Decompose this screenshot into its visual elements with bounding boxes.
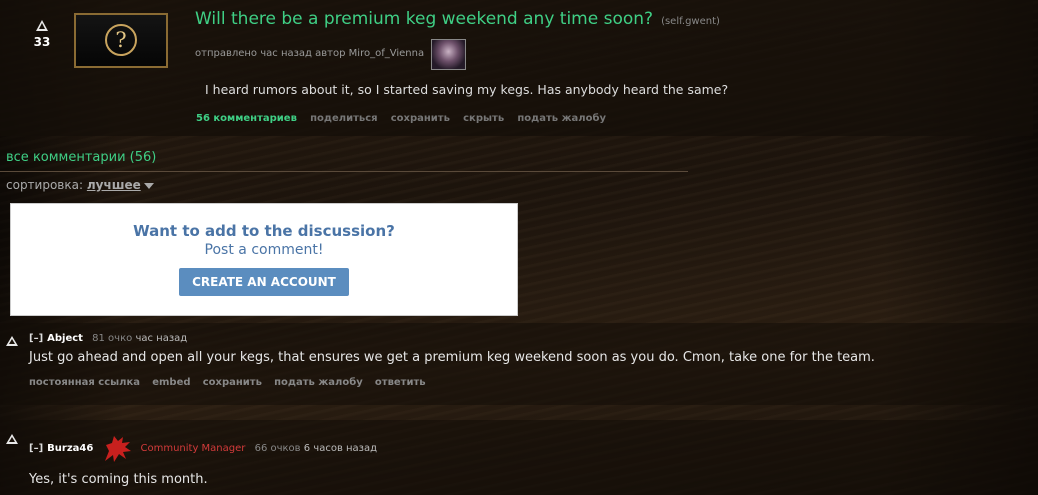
comment-author-link[interactable]: Burza46	[47, 443, 93, 454]
all-comments-header[interactable]: все комментарии (56)	[6, 150, 156, 165]
post: 33 ? Will there be a premium keg weekend…	[0, 0, 1033, 136]
user-flair: Community Manager	[140, 443, 246, 454]
permalink-button[interactable]: постоянная ссылка	[29, 377, 140, 388]
divider	[0, 171, 688, 172]
comment-buttons: постоянная ссылка embed сохранить подать…	[29, 377, 435, 388]
collapse-toggle[interactable]: [–]	[29, 443, 43, 454]
hide-button[interactable]: скрыть	[463, 113, 504, 124]
comment-report-button[interactable]: подать жалобу	[274, 377, 363, 388]
post-selftext: I heard rumors about it, so I started sa…	[205, 82, 729, 97]
comment-time: час назад	[135, 333, 188, 344]
comment-author-link[interactable]: Abject	[47, 333, 83, 344]
post-score: 33	[33, 35, 51, 49]
report-button[interactable]: подать жалобу	[517, 113, 606, 124]
comment-score: 66 очков	[254, 443, 301, 454]
upvote-arrow-icon[interactable]	[6, 434, 18, 444]
share-button[interactable]: поделиться	[310, 113, 377, 124]
post-buttons: 56 комментариев поделиться сохранить скр…	[196, 113, 616, 124]
cta-title: Want to add to the discussion?	[133, 222, 395, 240]
question-mark-icon: ?	[105, 24, 137, 56]
cta-subtitle: Post a comment!	[204, 242, 324, 258]
post-title[interactable]: Will there be a premium keg weekend any …	[195, 9, 720, 29]
signup-prompt: Want to add to the discussion? Post a co…	[10, 203, 518, 316]
comment-time: 6 часов назад	[303, 443, 378, 454]
reply-button[interactable]: ответить	[375, 377, 426, 388]
tagline-prefix: отправлено час назад автор	[195, 48, 346, 59]
embed-button[interactable]: embed	[152, 377, 190, 388]
post-domain[interactable]: (self.gwent)	[661, 16, 720, 27]
comment-tagline: [–] Burza46 Community Manager 66 очков 6 …	[29, 431, 377, 465]
comment-save-button[interactable]: сохранить	[203, 377, 262, 388]
comment-score: 81 очко	[92, 333, 133, 344]
post-title-link[interactable]: Will there be a premium keg weekend any …	[195, 9, 653, 29]
cd-projekt-wolf-icon	[104, 436, 131, 462]
save-button[interactable]: сохранить	[391, 113, 450, 124]
collapse-toggle[interactable]: [–]	[29, 333, 43, 344]
post-author-link[interactable]: Miro_of_Vienna	[349, 48, 424, 59]
post-tagline: отправлено час назад автор Miro_of_Vienn…	[195, 48, 424, 59]
author-avatar[interactable]	[431, 39, 466, 70]
comment-body: Just go ahead and open all your kegs, th…	[29, 350, 875, 365]
upvote-arrow-icon[interactable]	[6, 336, 18, 346]
chevron-down-icon[interactable]	[143, 182, 154, 189]
sort-control: сортировка: лучшее	[6, 178, 154, 192]
comment-body: Yes, it's coming this month.	[29, 472, 208, 487]
upvote-arrow-icon[interactable]	[36, 20, 48, 31]
sort-dropdown[interactable]: лучшее	[87, 178, 141, 192]
post-vote: 33	[26, 20, 58, 49]
comments-link[interactable]: 56 комментариев	[196, 113, 297, 124]
comment-vote	[6, 434, 18, 444]
sort-label: сортировка:	[6, 178, 84, 192]
post-thumbnail[interactable]: ?	[74, 13, 168, 68]
comment-vote	[6, 336, 18, 346]
create-account-button[interactable]: CREATE AN ACCOUNT	[179, 268, 349, 296]
comment-tagline: [–] Abject 81 очко час назад	[29, 333, 187, 344]
